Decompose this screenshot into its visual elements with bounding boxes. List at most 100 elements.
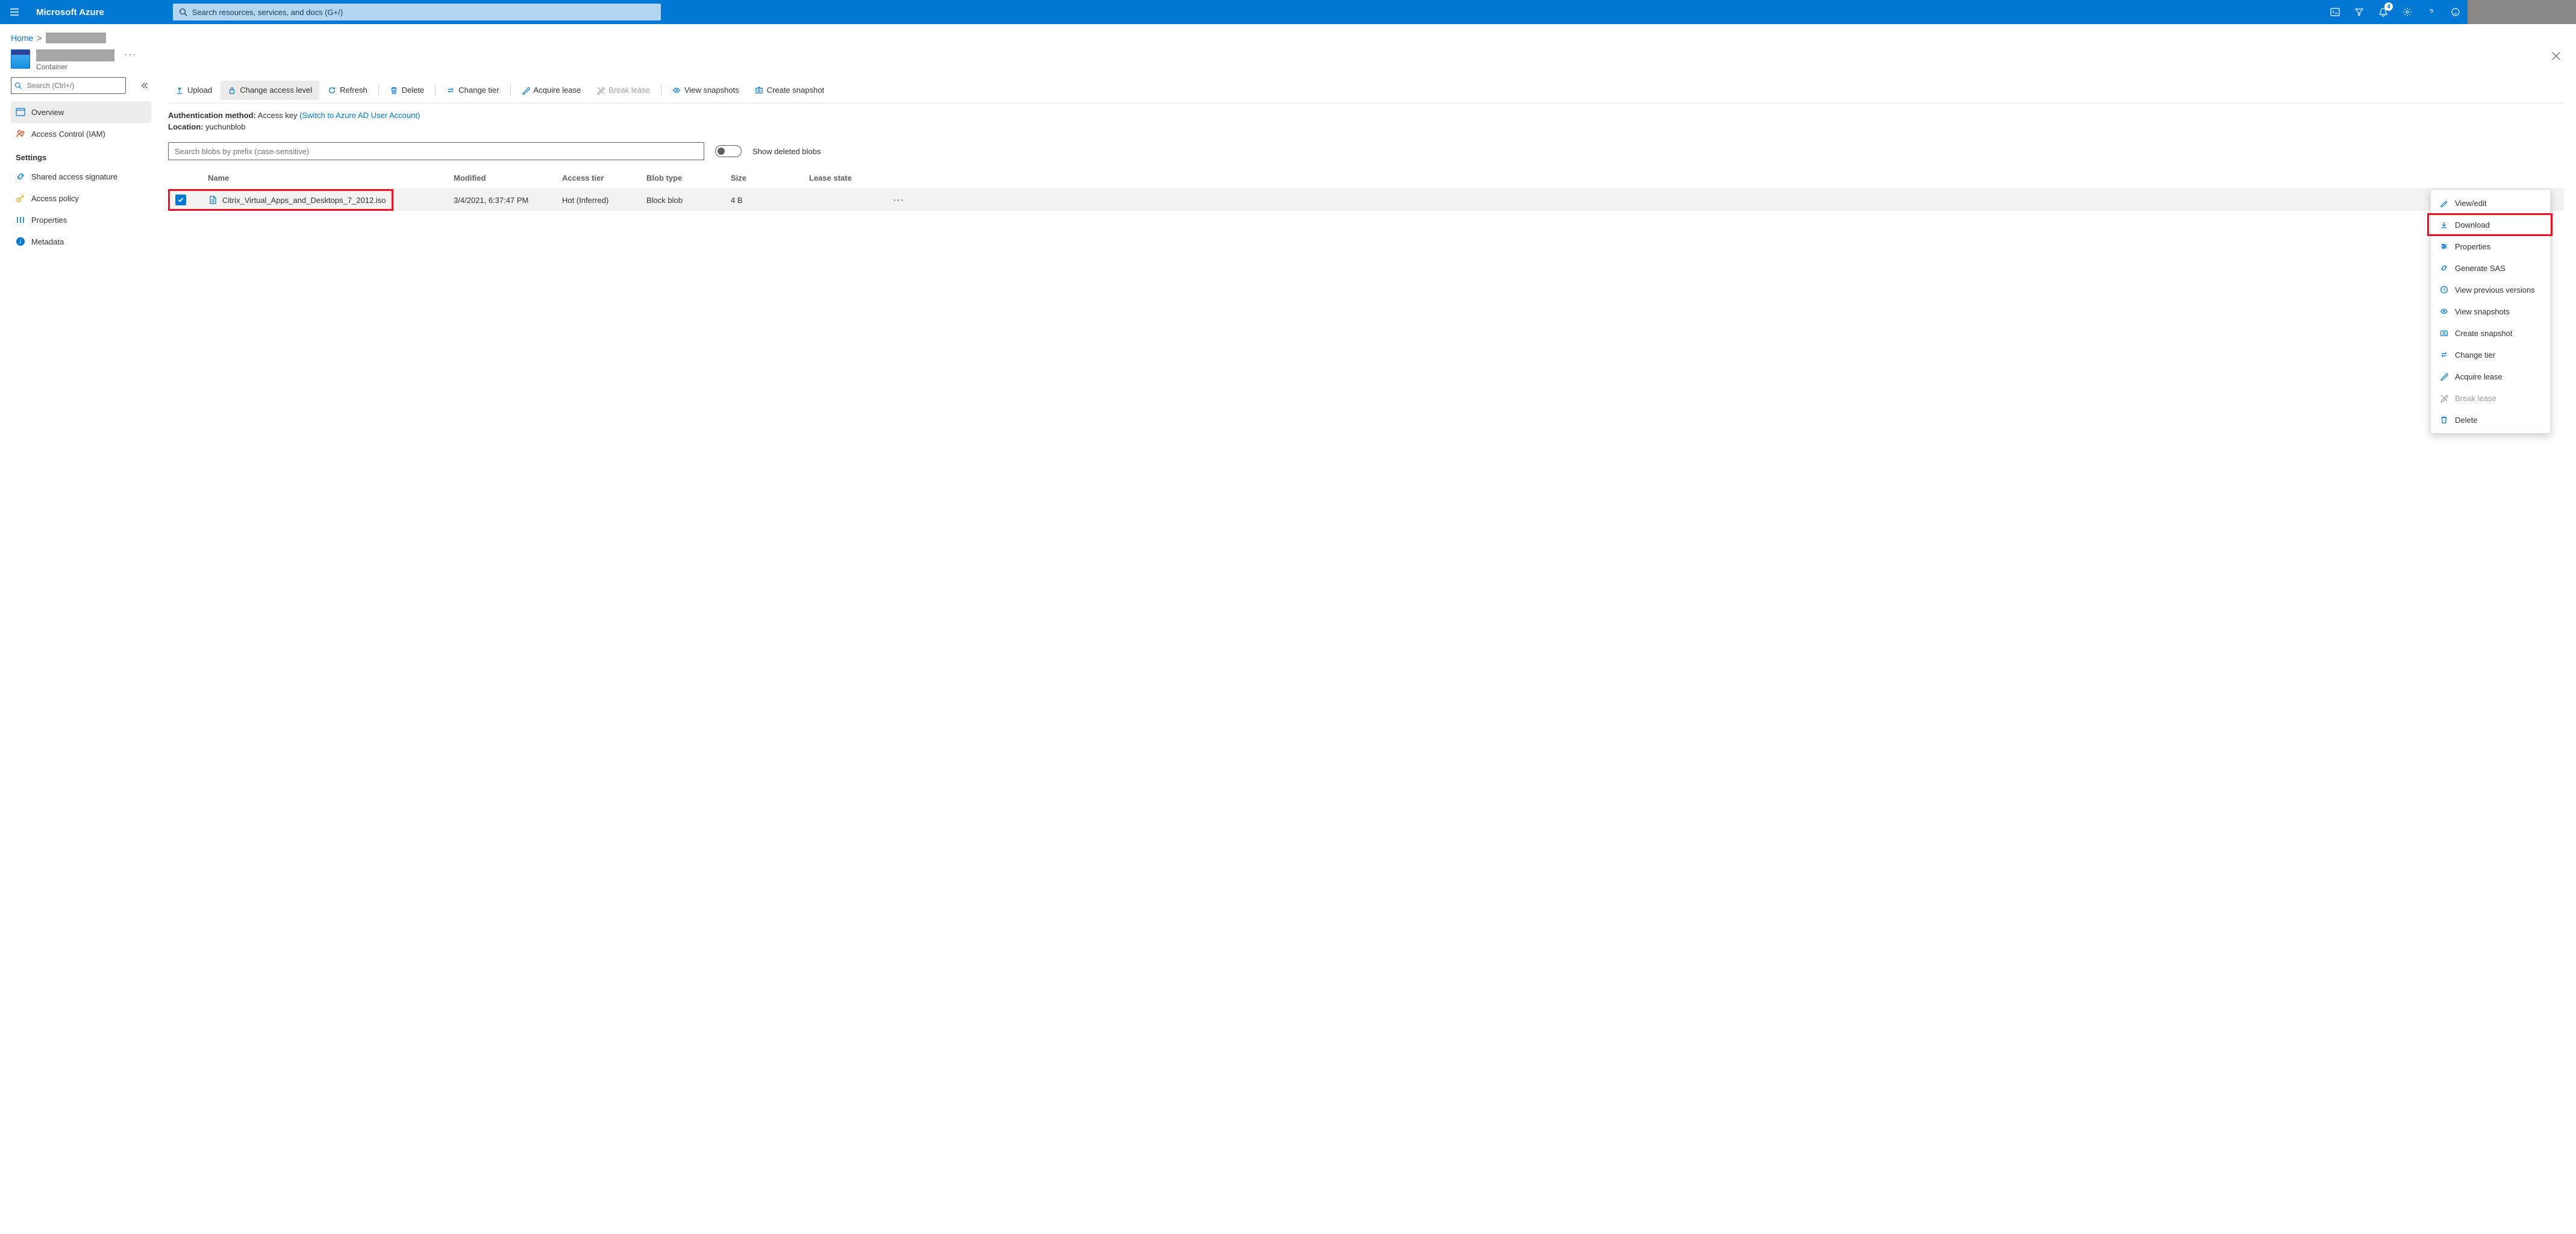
cell-name[interactable]: Citrix_Virtual_Apps_and_Desktops_7_2012.… (195, 195, 454, 205)
breadcrumb: Home > (0, 24, 2576, 47)
context-menu-label: Change tier (2455, 351, 2495, 360)
view-snapshots-button[interactable]: View snapshots (665, 81, 746, 100)
close-icon (2552, 52, 2560, 60)
brand-label[interactable]: Microsoft Azure (29, 7, 111, 17)
col-access-tier[interactable]: Access tier (562, 173, 646, 182)
blob-search-input[interactable] (168, 142, 704, 160)
auth-method-label: Authentication method: (168, 111, 256, 120)
toolbar-separator (378, 84, 379, 96)
sidebar-item-access-policy[interactable]: Access policy (11, 187, 151, 209)
context-menu-item-create-snapshot[interactable]: Create snapshot (2431, 322, 2550, 344)
context-menu-label: Download (2455, 220, 2490, 229)
close-blade-button[interactable] (2547, 49, 2565, 63)
link-icon (16, 172, 25, 181)
upload-button[interactable]: Upload (168, 81, 219, 100)
lease-icon (2439, 372, 2449, 381)
context-menu-item-view-snapshots[interactable]: View snapshots (2431, 301, 2550, 322)
table-header: Name Modified Access tier Blob type Size… (168, 167, 2564, 189)
breadcrumb-current[interactable] (46, 33, 106, 43)
sidebar-item-properties[interactable]: Properties (11, 209, 151, 231)
context-menu-item-change-tier[interactable]: Change tier (2431, 344, 2550, 366)
trash-icon (2439, 415, 2449, 425)
row-checkbox[interactable] (175, 195, 186, 205)
context-menu-label: Acquire lease (2455, 372, 2503, 381)
context-menu-item-break-lease: Break lease (2431, 387, 2550, 409)
context-menu-item-generate-sas[interactable]: Generate SAS (2431, 257, 2550, 279)
smile-icon (2451, 7, 2460, 17)
file-icon (208, 195, 217, 205)
gear-icon (2402, 7, 2412, 17)
acquire-lease-button[interactable]: Acquire lease (514, 81, 589, 100)
row-more-button[interactable]: ··· (893, 196, 918, 205)
notifications-button[interactable]: 4 (2371, 0, 2395, 24)
sidebar-search-input[interactable] (11, 77, 126, 94)
break-lease-button: Break lease (589, 81, 657, 100)
terminal-icon (2330, 7, 2340, 17)
context-menu-item-properties[interactable]: Properties (2431, 235, 2550, 257)
change-tier-button[interactable]: Change tier (439, 81, 506, 100)
cell-access-tier: Hot (Inferred) (562, 196, 646, 205)
blob-search-row: Show deleted blobs (168, 142, 2564, 160)
sidebar-item-access-control[interactable]: Access Control (IAM) (11, 123, 151, 145)
resource-header: Container ··· (0, 47, 2576, 77)
link-icon (2439, 263, 2449, 273)
people-icon (16, 129, 25, 139)
sidebar-item-sas[interactable]: Shared access signature (11, 166, 151, 187)
sidebar: Overview Access Control (IAM) Settings S… (0, 77, 156, 252)
cloud-shell-button[interactable] (2323, 0, 2347, 24)
col-lease-state[interactable]: Lease state (809, 173, 893, 182)
col-size[interactable]: Size (731, 173, 809, 182)
change-access-button[interactable]: Change access level (220, 81, 319, 100)
global-search-input[interactable] (173, 4, 661, 20)
cell-size: 4 B (731, 196, 809, 205)
location-value: yuchunblob (205, 122, 246, 131)
settings-button[interactable] (2395, 0, 2419, 24)
pencil-icon (2439, 198, 2449, 208)
directories-button[interactable] (2347, 0, 2371, 24)
breadcrumb-home[interactable]: Home (11, 33, 33, 43)
context-menu-item-delete[interactable]: Delete (2431, 409, 2550, 431)
context-menu-item-view-edit[interactable]: View/edit (2431, 192, 2550, 214)
download-icon (2439, 220, 2449, 229)
sliders-icon (2439, 242, 2449, 251)
collapse-sidebar-button[interactable] (138, 79, 151, 92)
context-menu-label: View snapshots (2455, 307, 2510, 316)
sidebar-item-label: Access Control (IAM) (31, 129, 105, 139)
menu-toggle-button[interactable] (0, 0, 29, 24)
filter-icon (2354, 7, 2364, 17)
help-button[interactable] (2419, 0, 2443, 24)
chevron-double-left-icon (140, 81, 149, 90)
swap-icon (2439, 350, 2449, 360)
feedback-button[interactable] (2443, 0, 2468, 24)
toolbar-separator (510, 84, 511, 96)
col-modified[interactable]: Modified (454, 173, 562, 182)
overview-icon (16, 107, 25, 117)
topbar-right-icons: 4 (2323, 0, 2576, 24)
switch-auth-link[interactable]: (Switch to Azure AD User Account) (299, 111, 420, 120)
delete-button[interactable]: Delete (383, 81, 432, 100)
col-name[interactable]: Name (195, 173, 454, 182)
table-row[interactable]: Citrix_Virtual_Apps_and_Desktops_7_2012.… (168, 189, 2564, 211)
account-area[interactable] (2468, 0, 2576, 24)
lease-icon (522, 86, 530, 95)
context-menu-label: View previous versions (2455, 285, 2535, 294)
sidebar-item-label: Metadata (31, 237, 64, 246)
context-menu-label: Break lease (2455, 394, 2496, 403)
resource-title (36, 49, 114, 61)
context-menu-item-acquire-lease[interactable]: Acquire lease (2431, 366, 2550, 387)
clock-icon (2439, 285, 2449, 294)
show-deleted-toggle[interactable] (715, 145, 742, 157)
create-snapshot-button[interactable]: Create snapshot (748, 81, 831, 100)
help-icon (2427, 7, 2436, 17)
location-label: Location: (168, 122, 204, 131)
context-menu-item-view-previous-versions[interactable]: View previous versions (2431, 279, 2550, 301)
refresh-button[interactable]: Refresh (320, 81, 375, 100)
eye-icon (672, 86, 681, 95)
sidebar-item-overview[interactable]: Overview (11, 101, 151, 123)
context-menu-item-download[interactable]: Download (2431, 214, 2550, 235)
col-blob-type[interactable]: Blob type (646, 173, 731, 182)
sidebar-item-metadata[interactable]: i Metadata (11, 231, 151, 252)
resource-more-button[interactable]: ··· (124, 49, 137, 60)
context-menu-label: Create snapshot (2455, 329, 2512, 338)
upload-icon (175, 86, 184, 95)
